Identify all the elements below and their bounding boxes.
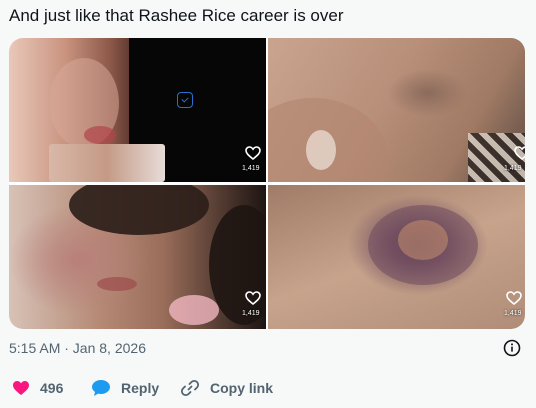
photo-detail (398, 220, 448, 260)
photo-detail (84, 126, 116, 144)
reply-button[interactable]: Reply (91, 376, 159, 400)
view-count: 1,419 (504, 310, 522, 317)
like-button[interactable]: 496 (12, 376, 63, 400)
like-count: 496 (40, 380, 64, 396)
media-photo-2[interactable]: 1,419 (268, 38, 525, 182)
media-photo-1[interactable]: 1,419 (9, 38, 266, 182)
view-count: 1,419 (504, 165, 522, 172)
media-photo-4[interactable]: 1,419 (268, 185, 525, 329)
heart-icon[interactable] (514, 146, 525, 160)
upload-icon (177, 92, 193, 108)
tweet-timestamp[interactable]: 5:15 AM · Jan 8, 2026 (9, 340, 146, 356)
media-photo-3[interactable]: 1,419 (9, 185, 266, 329)
heart-icon[interactable] (245, 291, 261, 305)
link-icon (180, 379, 200, 397)
photo-detail (69, 185, 209, 235)
view-count: 1,419 (242, 165, 260, 172)
reply-label: Reply (121, 380, 160, 396)
heart-icon[interactable] (245, 146, 261, 160)
media-grid: 1,419 1,419 1,419 1,419 (9, 38, 525, 329)
info-icon[interactable] (503, 339, 521, 357)
tweet-actions: 496 Reply Copy link (9, 376, 519, 400)
photo-detail (97, 277, 137, 291)
photo-detail (169, 295, 219, 325)
view-count: 1,419 (242, 310, 260, 317)
heart-icon[interactable] (506, 291, 522, 305)
photo-detail (49, 144, 165, 182)
copy-link-button[interactable]: Copy link (180, 376, 273, 400)
copy-link-label: Copy link (210, 380, 274, 396)
heart-icon (13, 381, 29, 395)
photo-detail (306, 130, 336, 170)
reply-bubble-icon (92, 380, 110, 396)
tweet-text: And just like that Rashee Rice career is… (9, 6, 344, 25)
